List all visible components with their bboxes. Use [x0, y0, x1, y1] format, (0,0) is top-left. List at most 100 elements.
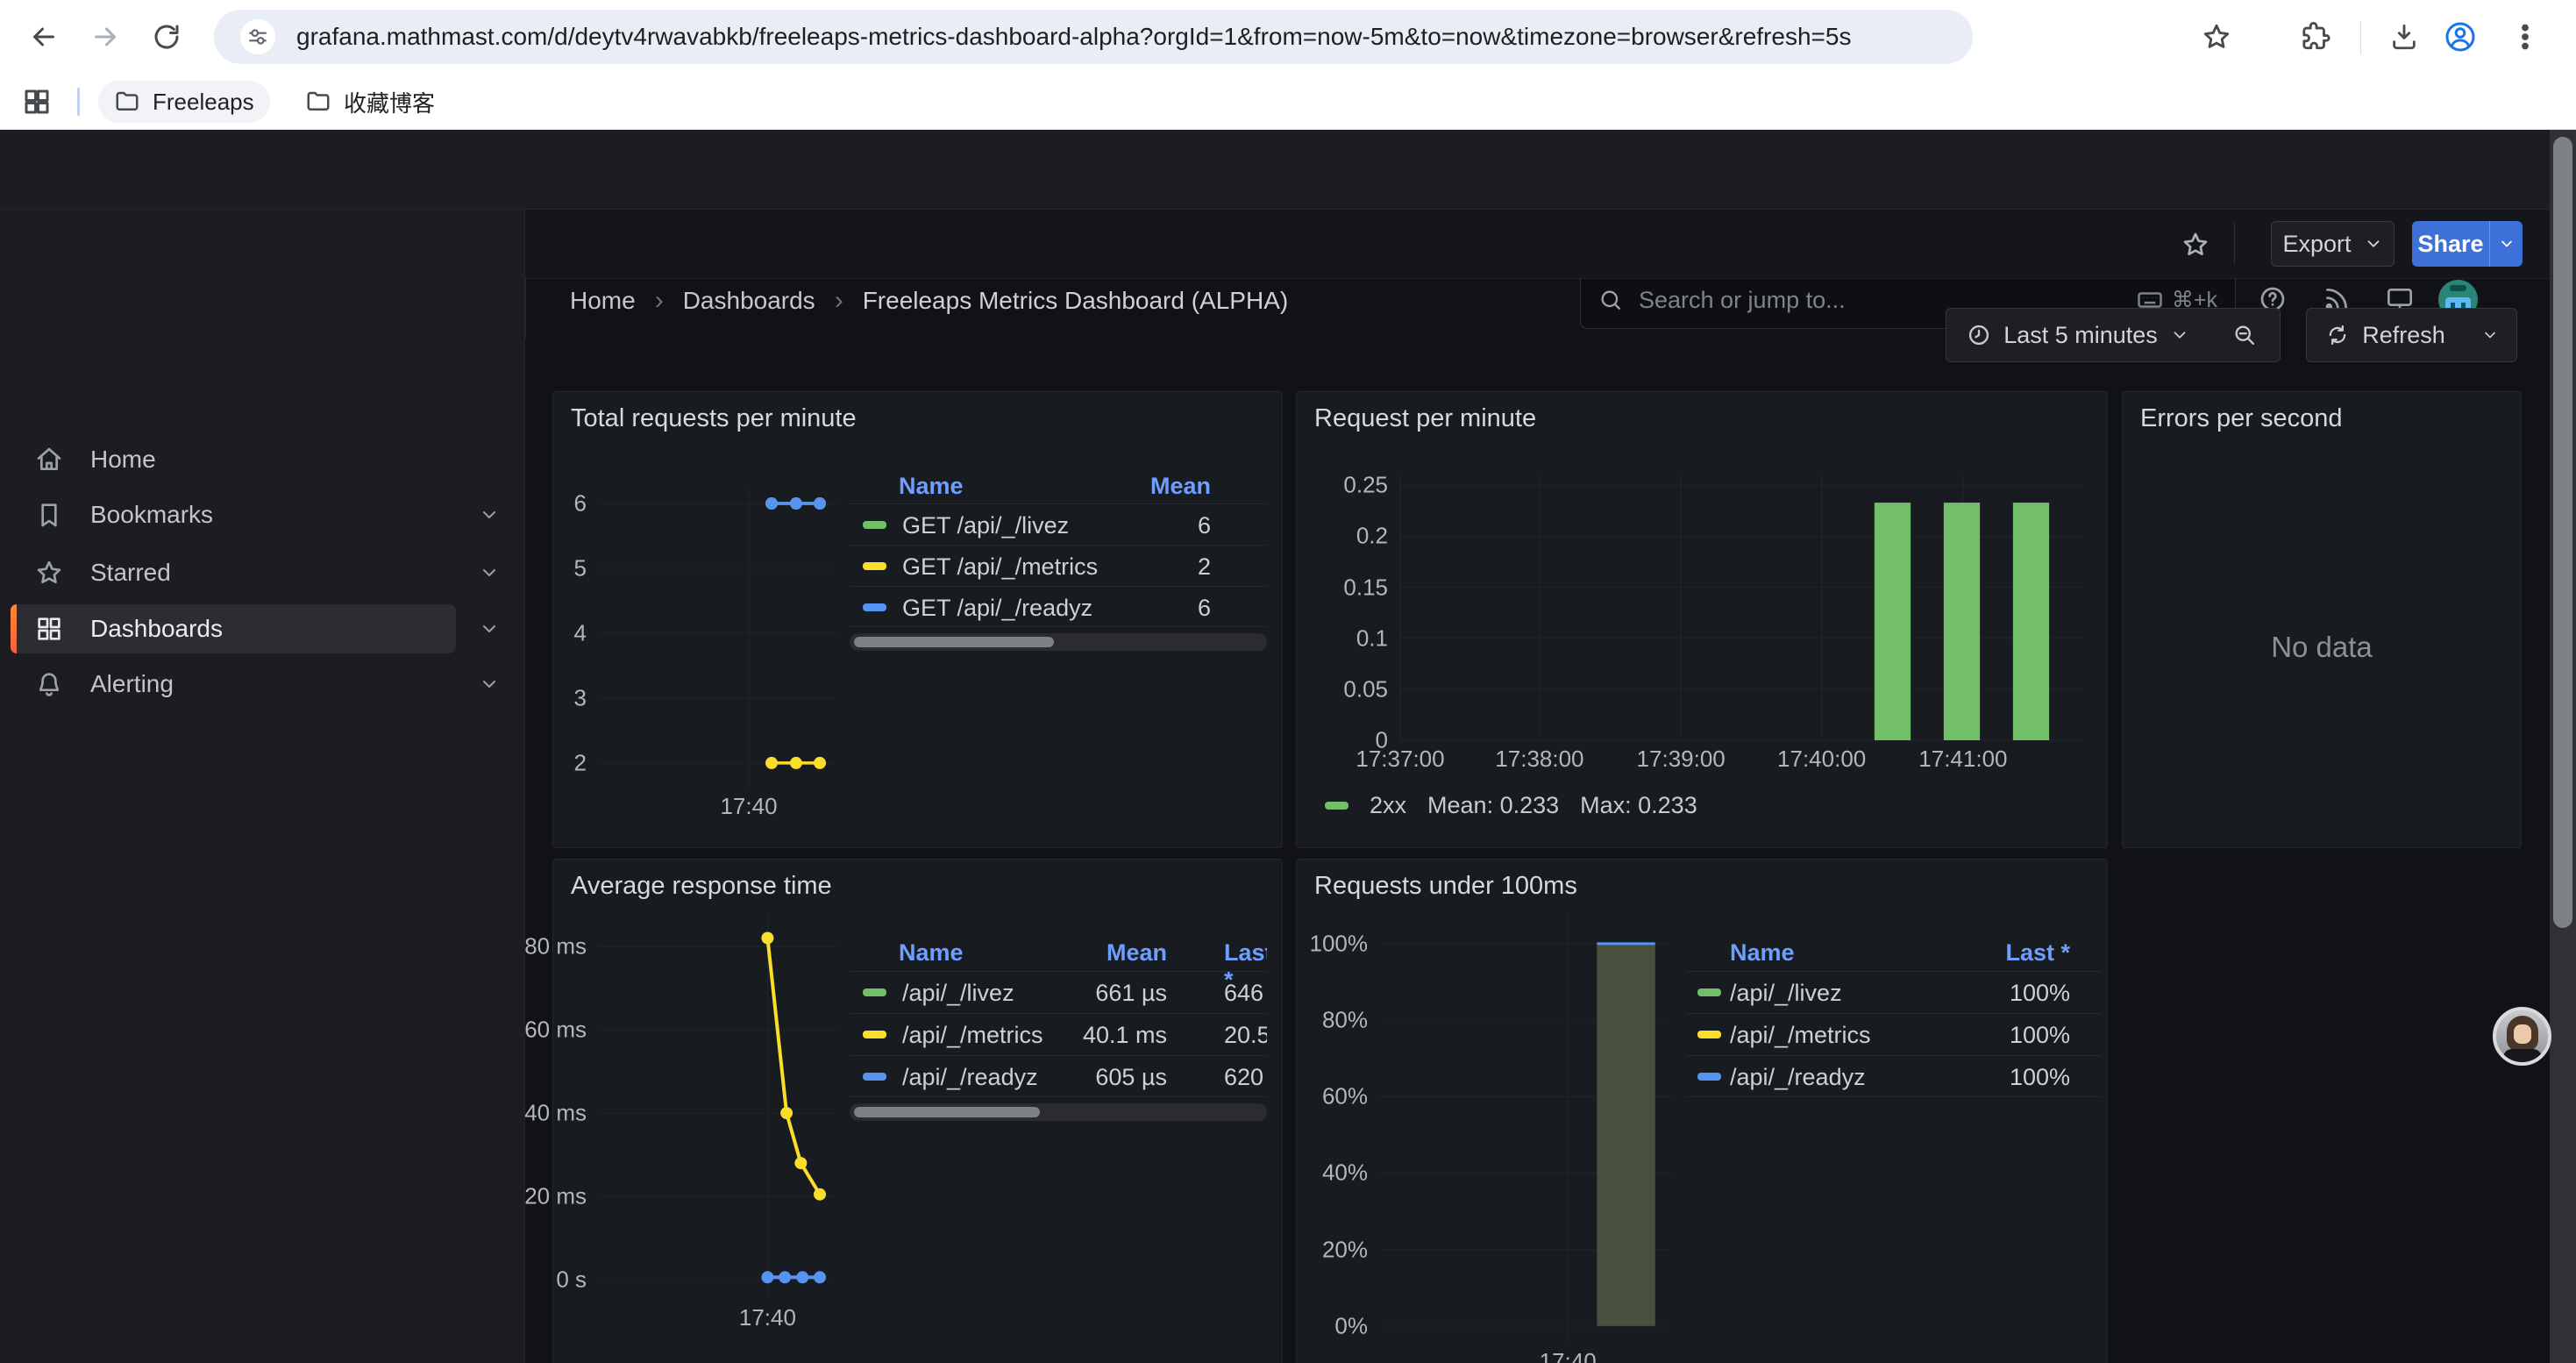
- apps-button[interactable]: [12, 77, 61, 126]
- sidebar-item-starred[interactable]: Starred: [0, 548, 525, 597]
- panel-title[interactable]: Average response time: [571, 872, 832, 901]
- bookmarks-bar: Freeleaps 收藏博客: [0, 74, 2576, 130]
- legend-inline: 2xx Mean: 0.233 Max: 0.233: [1325, 792, 1697, 819]
- clock-icon: [1967, 323, 1991, 347]
- legend-header-name[interactable]: Name: [899, 473, 964, 500]
- folder-icon: [305, 89, 331, 115]
- floating-assistant-avatar[interactable]: [2493, 1007, 2551, 1066]
- bookmarks-divider: [77, 88, 80, 116]
- legend-header-mean[interactable]: Mean: [1150, 473, 1211, 500]
- bookmark-label: Freeleaps: [153, 89, 254, 116]
- panel-title[interactable]: Requests under 100ms: [1314, 872, 1577, 901]
- chevron-down-icon[interactable]: [479, 674, 500, 695]
- legend-row[interactable]: /api/_/readyz 100%: [1687, 1055, 2101, 1097]
- chevron-down-icon[interactable]: [479, 562, 500, 583]
- legend-header-name[interactable]: Name: [899, 939, 964, 967]
- sidebar-item-alerting[interactable]: Alerting: [0, 660, 525, 709]
- legend-row[interactable]: /api/_/readyz 605 µs 620 µs: [850, 1055, 1267, 1097]
- download-icon: [2389, 22, 2419, 52]
- bar-chart[interactable]: 0.250.20.150.10.05017:37:0017:38:0017:39…: [1400, 475, 2083, 740]
- series-max: Max: 0.233: [1580, 792, 1697, 819]
- browser-menu-button[interactable]: [2501, 12, 2550, 61]
- profile-button[interactable]: [2436, 12, 2485, 61]
- export-button[interactable]: Export: [2271, 221, 2395, 267]
- omnibox[interactable]: [214, 10, 1973, 64]
- screen: Freeleaps 收藏博客 Grafana Home › Dashboards…: [0, 0, 2576, 1363]
- y-axis-tick: 0 s: [556, 1267, 587, 1294]
- series-color-pill: [863, 988, 886, 996]
- extensions-button[interactable]: [2292, 12, 2341, 61]
- chevron-down-icon[interactable]: [479, 618, 500, 639]
- bookmark-star-button[interactable]: [2192, 12, 2241, 61]
- y-axis-tick: 0.1: [1356, 624, 1388, 652]
- scrollbar-thumb[interactable]: [854, 637, 1054, 647]
- downloads-button[interactable]: [2380, 12, 2429, 61]
- page-scrollbar[interactable]: [2550, 130, 2576, 1363]
- time-range-picker[interactable]: Last 5 minutes: [1946, 308, 2210, 362]
- panel-title[interactable]: Request per minute: [1314, 404, 1536, 433]
- y-axis-tick: 40%: [1322, 1160, 1368, 1187]
- sidebar-item-dashboards[interactable]: Dashboards: [0, 604, 525, 653]
- legend-row[interactable]: GET /api/_/metrics 2: [850, 545, 1267, 586]
- sidebar-nav: Home Bookmarks Starred Dashboards Alerti…: [0, 210, 525, 1363]
- zoom-out-button[interactable]: [2210, 308, 2281, 362]
- share-split-button: Share: [2412, 221, 2523, 267]
- y-axis-tick: 4: [574, 619, 587, 646]
- reload-button[interactable]: [142, 12, 191, 61]
- legend-row[interactable]: /api/_/livez 661 µs 646 µs: [850, 971, 1267, 1013]
- panel-title[interactable]: Errors per second: [2140, 404, 2343, 433]
- breadcrumb-home[interactable]: Home: [570, 287, 636, 315]
- legend-horizontal-scrollbar[interactable]: [850, 633, 1267, 651]
- forward-button[interactable]: [81, 12, 130, 61]
- share-menu-button[interactable]: [2489, 221, 2523, 267]
- url-input[interactable]: [295, 22, 1946, 52]
- series-color-pill: [863, 562, 886, 570]
- back-button[interactable]: [19, 12, 68, 61]
- avatar-art: [2514, 1024, 2531, 1044]
- bookmark-folder-blogs[interactable]: 收藏博客: [289, 81, 451, 123]
- share-button[interactable]: Share: [2412, 221, 2489, 267]
- refresh-interval-button[interactable]: [2464, 308, 2517, 362]
- chevron-down-icon: [2170, 325, 2189, 345]
- legend-header-mean[interactable]: Mean: [1107, 939, 1167, 967]
- back-icon: [28, 21, 60, 53]
- breadcrumb-dashboards[interactable]: Dashboards: [683, 287, 815, 315]
- x-axis-tick: 17:40: [1540, 1348, 1597, 1363]
- legend-row[interactable]: /api/_/livez 100%: [1687, 971, 2101, 1013]
- timeseries-chart[interactable]: 80 ms60 ms40 ms20 ms0 s17:40: [599, 913, 836, 1299]
- legend-header-name[interactable]: Name: [1730, 939, 1795, 967]
- series-color-pill: [1325, 802, 1348, 810]
- scrollbar-thumb[interactable]: [854, 1107, 1040, 1117]
- legend-row[interactable]: /api/_/metrics 100%: [1687, 1013, 2101, 1055]
- series-color-pill: [863, 1031, 886, 1038]
- series-name[interactable]: 2xx: [1370, 792, 1406, 819]
- forward-icon: [89, 21, 121, 53]
- legend-header-row: Name Last *: [1687, 931, 2101, 971]
- panel-total-requests: Total requests per minute 6543217:40 Nam…: [552, 391, 1283, 848]
- y-axis-tick: 3: [574, 684, 587, 711]
- scrollbar-thumb[interactable]: [2553, 137, 2572, 928]
- x-axis-tick: 17:41:00: [1918, 746, 2007, 773]
- legend-table: Name Mean GET /api/_/livez 6 GET /api/_/…: [850, 467, 1267, 651]
- sidebar-item-bookmarks[interactable]: Bookmarks: [0, 490, 525, 539]
- sidebar-item-home[interactable]: Home: [0, 435, 525, 484]
- refresh-button[interactable]: Refresh: [2306, 308, 2465, 362]
- series-color-pill: [1697, 1073, 1721, 1081]
- bookmark-folder-freeleaps[interactable]: Freeleaps: [98, 81, 270, 123]
- y-axis-tick: 0%: [1334, 1312, 1368, 1339]
- legend-header-last[interactable]: Last *: [2005, 939, 2070, 967]
- timeseries-chart[interactable]: 6543217:40: [599, 489, 836, 788]
- y-axis-tick: 60%: [1322, 1083, 1368, 1110]
- panel-title[interactable]: Total requests per minute: [571, 404, 857, 433]
- favorite-dashboard-button[interactable]: [2181, 231, 2210, 259]
- site-settings-icon[interactable]: [240, 19, 275, 54]
- timeseries-chart[interactable]: 100%80%60%40%20%0%17:40: [1380, 913, 1671, 1343]
- legend-row[interactable]: GET /api/_/readyz 6: [850, 586, 1267, 627]
- chevron-down-icon[interactable]: [479, 504, 500, 525]
- legend-row[interactable]: GET /api/_/livez 6: [850, 503, 1267, 545]
- browser-toolbar: [0, 0, 2576, 74]
- legend-row[interactable]: /api/_/metrics 40.1 ms 20.5 ms: [850, 1013, 1267, 1055]
- breadcrumb-separator: ›: [835, 286, 843, 316]
- panel-request-per-minute: Request per minute 0.250.20.150.10.05017…: [1296, 391, 2108, 848]
- legend-horizontal-scrollbar[interactable]: [850, 1103, 1267, 1121]
